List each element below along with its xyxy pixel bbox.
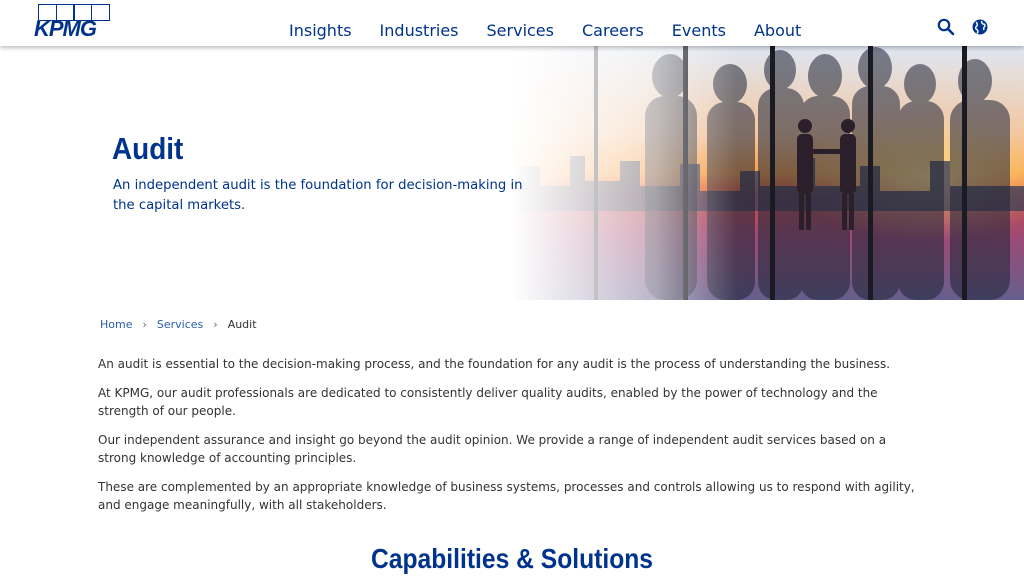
main-nav: Insights Industries Services Careers Eve… <box>275 0 815 46</box>
search-icon[interactable] <box>937 18 955 36</box>
globe-icon[interactable] <box>971 18 989 36</box>
hero-image <box>0 46 1024 300</box>
nav-industries[interactable]: Industries <box>380 7 459 40</box>
breadcrumb-services[interactable]: Services <box>157 318 203 331</box>
hero-banner: Audit An independent audit is the founda… <box>0 46 1024 300</box>
breadcrumb-separator: › <box>142 318 147 331</box>
nav-about[interactable]: About <box>754 7 801 40</box>
nav-services[interactable]: Services <box>487 7 554 40</box>
breadcrumb-current: Audit <box>227 318 257 331</box>
kpmg-logo[interactable]: KPMG <box>34 4 114 41</box>
main-content: An audit is essential to the decision-ma… <box>98 355 928 525</box>
nav-events[interactable]: Events <box>672 7 726 40</box>
page-title: Audit <box>112 131 184 166</box>
body-paragraph: Our independent assurance and insight go… <box>98 433 887 465</box>
body-paragraph: At KPMG, our audit professionals are ded… <box>98 386 878 418</box>
nav-insights[interactable]: Insights <box>289 7 352 40</box>
breadcrumb-separator: › <box>213 318 218 331</box>
hero-subtitle: An independent audit is the foundation f… <box>113 178 523 213</box>
body-paragraph: An audit is essential to the decision-ma… <box>98 357 891 371</box>
body-paragraph: These are complemented by an appropriate… <box>98 480 915 512</box>
breadcrumb-home[interactable]: Home <box>100 318 132 331</box>
site-header: KPMG Insights Industries Services Career… <box>0 0 1024 46</box>
breadcrumb: Home › Services › Audit <box>100 318 257 331</box>
logo-text: KPMG <box>34 16 97 41</box>
section-title: Capabilities & Solutions <box>370 543 654 574</box>
nav-careers[interactable]: Careers <box>582 7 644 40</box>
